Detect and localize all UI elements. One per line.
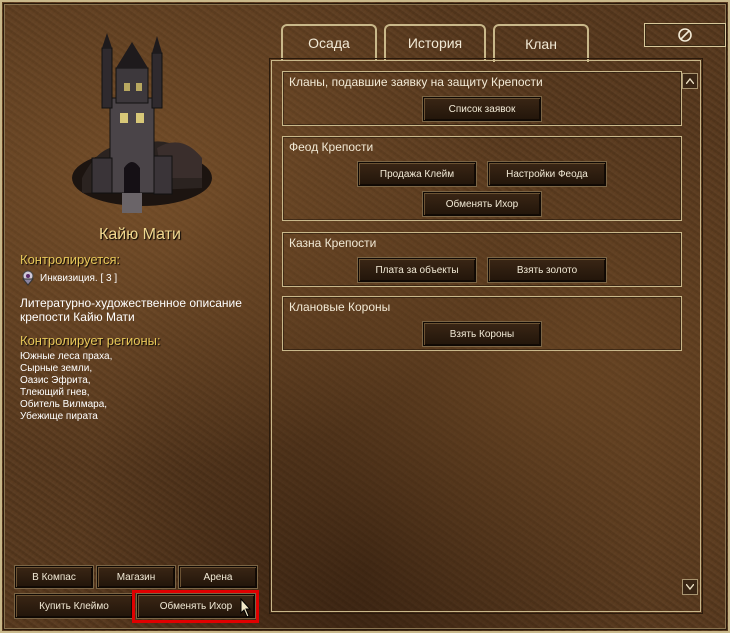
fortress-description: Литературно-художественное описание креп… bbox=[20, 296, 242, 324]
treasury-title: Казна Крепости bbox=[289, 236, 377, 250]
region-item: Оазис Эфрита, bbox=[20, 375, 91, 386]
take-gold-button[interactable]: Взять золото bbox=[488, 258, 606, 282]
chevron-up-icon bbox=[686, 78, 694, 84]
fortress-name: Кайю Мати bbox=[99, 226, 181, 243]
tab-clan[interactable]: Клан bbox=[493, 24, 589, 62]
tab-history[interactable]: История bbox=[384, 24, 486, 60]
scroll-down-button[interactable] bbox=[682, 579, 698, 595]
regions-list: Южные леса праха, Сырные земли, Оазис Эф… bbox=[20, 351, 112, 423]
ban-icon bbox=[678, 28, 692, 42]
region-item: Убежище пирата bbox=[20, 411, 98, 422]
shop-button[interactable]: Магазин bbox=[97, 566, 175, 588]
compass-button[interactable]: В Компас bbox=[15, 566, 93, 588]
pay-objects-button[interactable]: Плата за объекты bbox=[358, 258, 476, 282]
applications-list-button[interactable]: Список заявок bbox=[423, 97, 541, 121]
region-item: Тлеющий гнев, bbox=[20, 387, 90, 398]
controlling-clan[interactable]: Инквизиция. [ 3 ] bbox=[20, 270, 117, 286]
buy-brand-button[interactable]: Купить Клеймо bbox=[15, 594, 133, 618]
clan-emblem-icon bbox=[21, 270, 35, 286]
close-button[interactable] bbox=[644, 23, 726, 47]
applications-title: Кланы, подавшие заявку на защиту Крепост… bbox=[289, 75, 543, 89]
region-item: Обитель Вилмара, bbox=[20, 399, 108, 410]
feud-settings-button[interactable]: Настройки Феода bbox=[488, 162, 606, 186]
controlled-by-label: Контролируется: bbox=[20, 252, 121, 267]
exchange-ichor-button[interactable]: Обменять Ихор bbox=[423, 192, 541, 216]
clan-name[interactable]: Инквизиция. [ 3 ] bbox=[40, 273, 117, 284]
treasury-section: Казна Крепости bbox=[282, 232, 682, 287]
content-scrollbar[interactable] bbox=[682, 71, 698, 597]
tab-siege[interactable]: Осада bbox=[281, 24, 377, 60]
regions-label: Контролирует регионы: bbox=[20, 333, 161, 348]
fortress-image bbox=[72, 33, 212, 213]
feud-title: Феод Крепости bbox=[289, 140, 374, 154]
sell-brands-button[interactable]: Продажа Клейм bbox=[358, 162, 476, 186]
chevron-down-icon bbox=[686, 584, 694, 590]
region-item: Южные леса праха, bbox=[20, 351, 113, 362]
scroll-up-button[interactable] bbox=[682, 73, 698, 89]
region-item: Сырные земли, bbox=[20, 363, 93, 374]
arena-button[interactable]: Арена bbox=[179, 566, 257, 588]
mouse-cursor-icon bbox=[240, 598, 252, 618]
crowns-title: Клановые Короны bbox=[289, 300, 391, 314]
take-crowns-button[interactable]: Взять Короны bbox=[423, 322, 541, 346]
